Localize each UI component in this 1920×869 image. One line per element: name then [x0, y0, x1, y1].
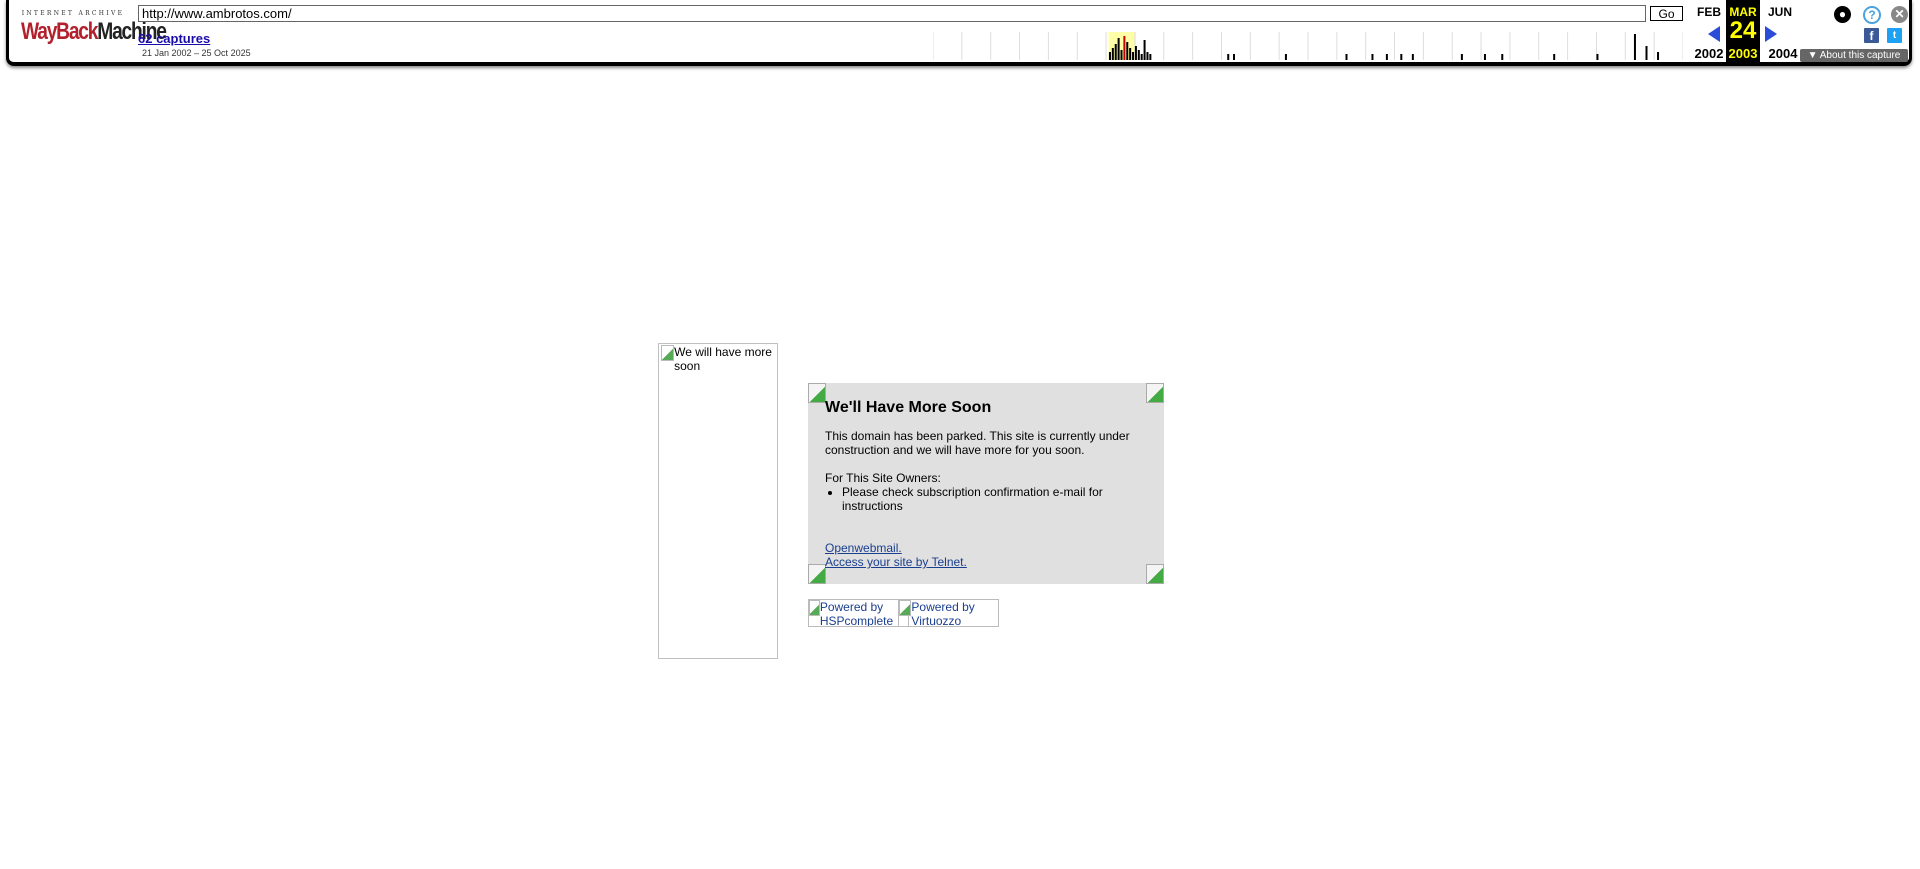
- powered-hsp-text: Powered by HSPcomplete: [819, 600, 894, 627]
- prev-month[interactable]: FEB: [1692, 5, 1726, 19]
- capture-bar[interactable]: [1123, 36, 1126, 60]
- twitter-icon[interactable]: t: [1887, 28, 1902, 43]
- capture-bar[interactable]: [1633, 34, 1636, 60]
- capture-bar[interactable]: [1120, 50, 1123, 60]
- parked-domain-panel: We'll Have More Soon This domain has bee…: [808, 383, 1164, 584]
- left-image-placeholder: We will have more soon: [658, 343, 778, 659]
- current-year: 2003: [1728, 46, 1758, 61]
- captures-link[interactable]: 62 captures: [138, 31, 210, 46]
- corner-image-icon: [1146, 383, 1164, 403]
- broken-image-icon: [899, 600, 912, 616]
- capture-bar[interactable]: [1132, 52, 1135, 60]
- powered-by-hspcomplete-link[interactable]: Powered by HSPcomplete: [808, 599, 909, 627]
- powered-virtuozzo-text: Powered by Virtuozzo: [911, 600, 975, 627]
- logo-internet-archive: INTERNET ARCHIVE: [21, 10, 125, 17]
- powered-by-virtuozzo-link[interactable]: Powered by Virtuozzo: [898, 599, 999, 627]
- corner-image-icon: [808, 383, 826, 403]
- parked-message: This domain has been parked. This site i…: [825, 429, 1130, 457]
- prev-capture-arrow-icon[interactable]: [1708, 26, 1720, 42]
- facebook-icon[interactable]: f: [1864, 28, 1879, 43]
- capture-bar[interactable]: [1143, 40, 1146, 60]
- go-button[interactable]: Go: [1650, 6, 1683, 21]
- capture-bar[interactable]: [1227, 54, 1230, 60]
- capture-bar[interactable]: [1483, 54, 1486, 60]
- next-year[interactable]: 2004: [1766, 46, 1800, 61]
- capture-bar[interactable]: [1657, 52, 1660, 60]
- capture-bar[interactable]: [1233, 54, 1235, 60]
- capture-date-range: 21 Jan 2002 – 25 Oct 2025: [142, 48, 251, 58]
- owners-instruction: Please check subscription confirmation e…: [842, 485, 1155, 513]
- capture-bar[interactable]: [1149, 54, 1152, 60]
- page-heading: We'll Have More Soon: [825, 399, 992, 416]
- capture-bar[interactable]: [1140, 54, 1143, 60]
- about-this-capture-button[interactable]: ▼ About this capture: [1800, 49, 1908, 62]
- capture-bar[interactable]: [1146, 52, 1149, 60]
- capture-bar[interactable]: [1117, 38, 1120, 60]
- openwebmail-link[interactable]: Openwebmail.: [825, 541, 1155, 555]
- capture-sparkline[interactable]: [933, 32, 1683, 60]
- capture-bar[interactable]: [1460, 54, 1463, 60]
- next-month[interactable]: JUN: [1768, 5, 1802, 19]
- capture-bar[interactable]: [1108, 52, 1111, 60]
- capture-bar[interactable]: [1129, 48, 1132, 60]
- left-image-alt-text: We will have more soon: [674, 345, 772, 373]
- user-account-icon[interactable]: ●: [1834, 6, 1851, 23]
- current-day: 24: [1729, 17, 1757, 44]
- prev-year[interactable]: 2002: [1692, 46, 1726, 61]
- capture-bar[interactable]: [1371, 54, 1374, 60]
- help-icon[interactable]: ?: [1863, 6, 1881, 24]
- capture-bar[interactable]: [1411, 54, 1414, 60]
- capture-bar[interactable]: [1645, 46, 1648, 60]
- capture-bar[interactable]: [1345, 54, 1348, 60]
- broken-image-icon: [809, 600, 820, 616]
- wayback-logo[interactable]: INTERNET ARCHIVE WayBackMachine: [21, 10, 167, 50]
- capture-bar[interactable]: [1114, 44, 1117, 60]
- capture-bar[interactable]: [1134, 46, 1137, 60]
- capture-bar[interactable]: [1553, 54, 1556, 60]
- url-input[interactable]: [138, 5, 1646, 22]
- capture-bar[interactable]: [1284, 54, 1287, 60]
- next-capture-arrow-icon[interactable]: [1765, 26, 1777, 42]
- wayback-toolbar: INTERNET ARCHIVE WayBackMachine Go 62 ca…: [6, 0, 1912, 66]
- corner-image-icon: [808, 564, 826, 584]
- logo-wayback: WayBack: [21, 18, 98, 45]
- telnet-link[interactable]: Access your site by Telnet.: [825, 555, 1155, 569]
- capture-bar[interactable]: [1385, 54, 1388, 60]
- capture-bar[interactable]: [1400, 54, 1403, 60]
- close-icon[interactable]: ✕: [1891, 6, 1908, 23]
- broken-image-icon: [661, 345, 675, 361]
- owners-label: For This Site Owners:: [825, 471, 941, 485]
- capture-bar[interactable]: [1596, 54, 1599, 60]
- capture-bar[interactable]: [1501, 54, 1504, 60]
- capture-bar[interactable]: [1126, 42, 1129, 60]
- capture-bar[interactable]: [1111, 48, 1114, 60]
- capture-bar[interactable]: [1137, 50, 1140, 60]
